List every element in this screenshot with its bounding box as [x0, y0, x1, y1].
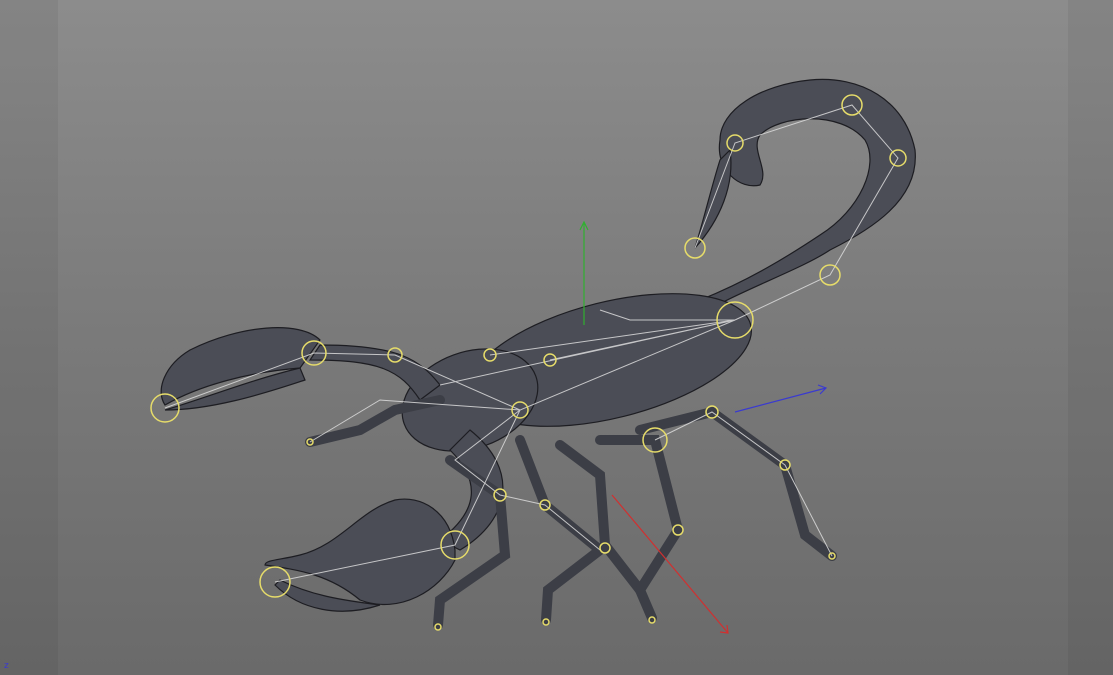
scorpion-mesh	[160, 78, 916, 630]
scorpion-rig-model[interactable]	[0, 0, 1113, 675]
transform-gizmo	[579, 220, 828, 634]
view-axis-label: z	[4, 661, 9, 671]
z-axis	[734, 384, 828, 413]
3d-viewport[interactable]: z	[0, 0, 1113, 675]
